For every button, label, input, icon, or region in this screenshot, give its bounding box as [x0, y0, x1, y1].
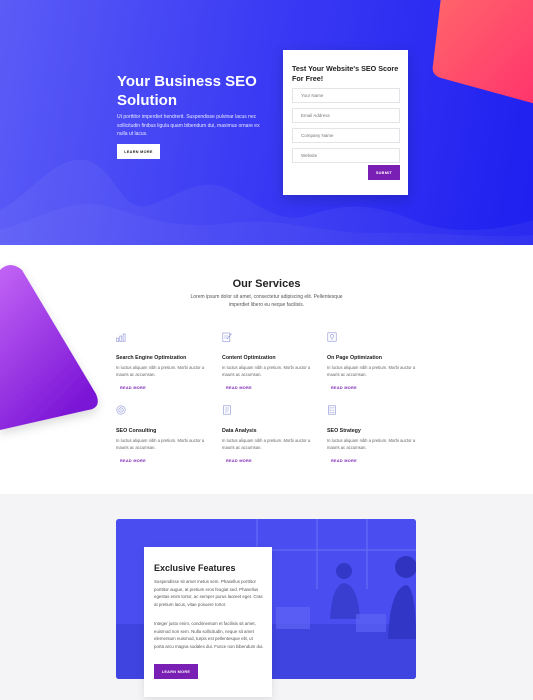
service-description: In luctus aliquam nibh a pretium. Morbi …	[222, 438, 311, 450]
hero-wave-decoration	[0, 159, 533, 245]
hero-section: Your Business SEO Solution Ut porttitor …	[0, 0, 533, 245]
services-subtitle: Lorem ipsum dolor sit amet, consectetur …	[190, 294, 343, 308]
service-description: In luctus aliquam nibh a pretium. Morbi …	[222, 365, 311, 377]
features-paragraph-1: Suspendisse sit amet metus sem. Phasellu…	[154, 579, 263, 607]
hero-title: Your Business SEO Solution	[117, 73, 257, 109]
service-name: Search Engine Optimization	[116, 355, 187, 361]
pink-corner-shape	[432, 0, 533, 104]
features-paragraph-2: Integer justo enim, condimentum et facil…	[154, 621, 264, 649]
form-title: Test Your Website's SEO Score For Free!	[292, 64, 399, 83]
service-card: Data Analysis In luctus aliquam nibh a p…	[222, 405, 317, 463]
service-card: On Page Optimization In luctus aliquam n…	[327, 332, 422, 390]
report-icon	[223, 405, 231, 415]
service-read-more-link[interactable]: READ MORE	[327, 386, 422, 390]
service-read-more-link[interactable]: READ MORE	[222, 459, 317, 463]
services-title: Our Services	[232, 278, 301, 290]
service-description: In luctus aliquam nibh a pretium. Morbi …	[327, 365, 416, 377]
features-title: Exclusive Features	[154, 563, 236, 573]
service-description: In luctus aliquam nibh a pretium. Morbi …	[327, 438, 416, 450]
service-read-more-link[interactable]: READ MORE	[116, 386, 211, 390]
company-field[interactable]: Company Name	[292, 128, 400, 143]
service-card: SEO Strategy In luctus aliquam nibh a pr…	[327, 405, 422, 463]
service-card: SEO Consulting In luctus aliquam nibh a …	[116, 405, 211, 463]
service-name: SEO Consulting	[116, 428, 157, 434]
edit-document-icon	[222, 332, 232, 342]
website-field[interactable]: Website	[292, 148, 400, 163]
bar-chart-icon	[116, 333, 126, 342]
service-description: In luctus aliquam nibh a pretium. Morbi …	[116, 438, 205, 450]
name-field[interactable]: Your Name	[292, 88, 400, 103]
service-read-more-link[interactable]: READ MORE	[327, 459, 422, 463]
service-name: Content Optimization	[222, 355, 276, 361]
map-pin-icon	[327, 332, 337, 342]
service-card: Search Engine Optimization In luctus ali…	[116, 332, 211, 390]
hero-description: Ut porttitor imperdiet hendrerit. Suspen…	[117, 114, 260, 137]
service-name: On Page Optimization	[327, 355, 383, 361]
service-read-more-link[interactable]: READ MORE	[222, 386, 317, 390]
hero-learn-more-button[interactable]: LEARN MORE	[117, 144, 160, 159]
service-description: In luctus aliquam nibh a pretium. Morbi …	[116, 365, 205, 377]
service-read-more-link[interactable]: READ MORE	[116, 459, 211, 463]
target-icon	[116, 405, 126, 415]
email-field[interactable]: Email Address	[292, 108, 400, 123]
checklist-icon	[328, 405, 336, 415]
submit-button[interactable]: SUBMIT	[368, 165, 400, 180]
service-name: SEO Strategy	[327, 428, 361, 434]
service-name: Data Analysis	[222, 428, 257, 434]
service-card: Content Optimization In luctus aliquam n…	[222, 332, 317, 390]
features-learn-more-button[interactable]: LEARN MORE	[154, 664, 198, 679]
